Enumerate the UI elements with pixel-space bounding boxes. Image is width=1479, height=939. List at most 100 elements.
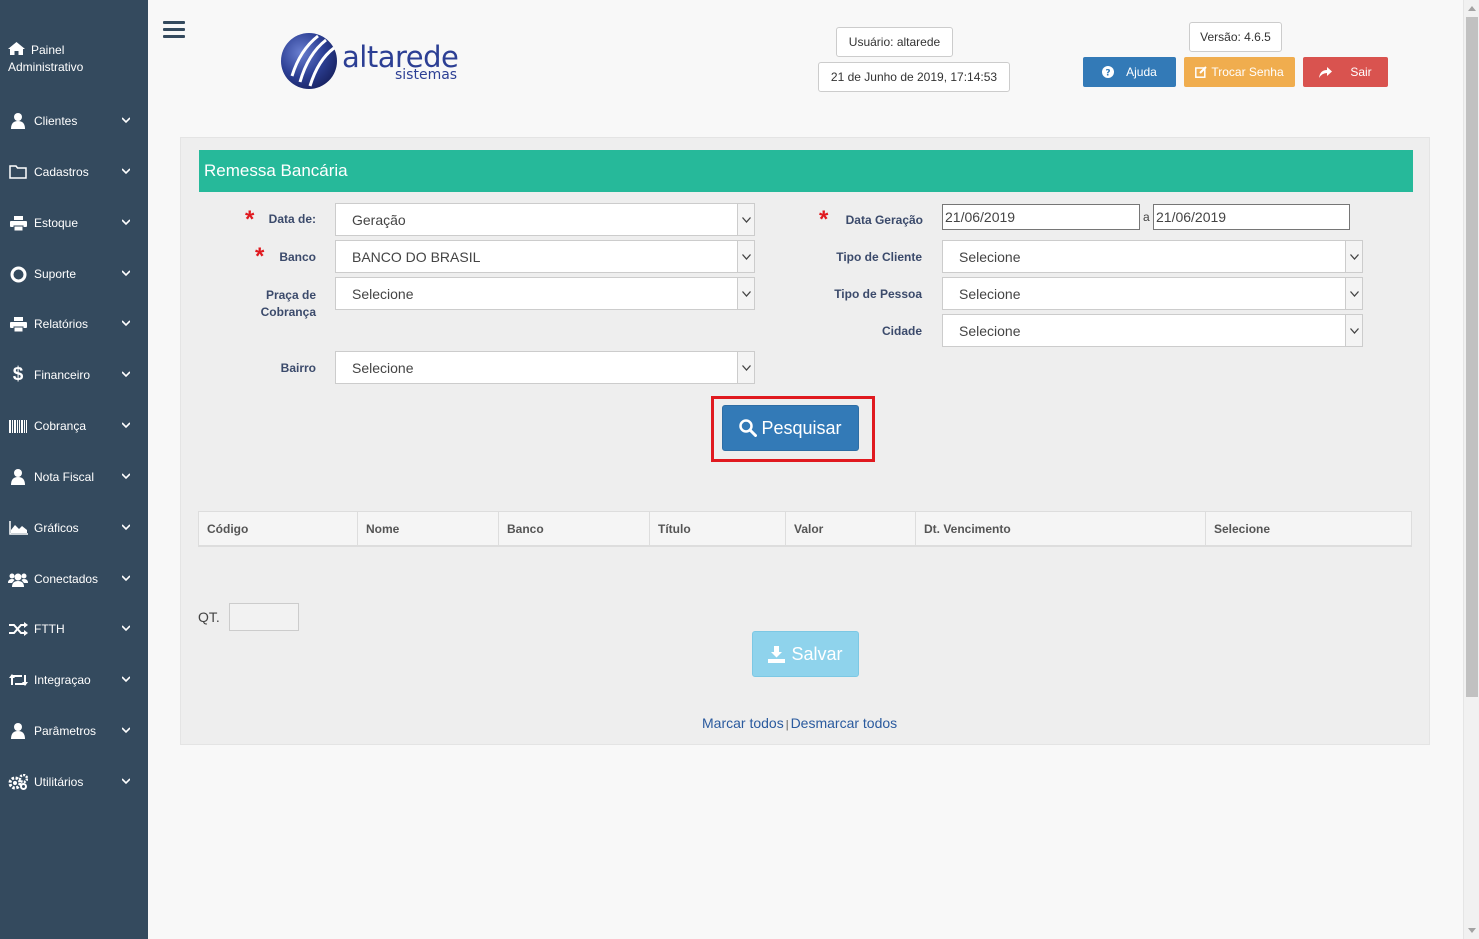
sidebar-item-suporte[interactable]: Suporte	[0, 254, 148, 294]
link-separator: |	[785, 719, 789, 731]
sidebar-item-label: Financeiro	[34, 368, 91, 382]
lifebuoy-icon	[8, 266, 28, 282]
sidebar-item-label: Conectados	[34, 572, 99, 586]
search-button[interactable]: Pesquisar	[722, 405, 859, 451]
column-header-nome[interactable]: Nome	[358, 512, 499, 546]
sidebar-item-nota-fiscal[interactable]: Nota Fiscal	[0, 457, 148, 497]
qt-label: QT.	[198, 609, 220, 625]
retweet-icon	[8, 672, 28, 688]
banco-select[interactable]: BANCO DO BRASIL	[335, 240, 755, 273]
help-label: Ajuda	[1126, 65, 1157, 79]
cidade-value: Selecione	[959, 322, 1021, 339]
logo-globe-icon	[281, 33, 337, 89]
tipo-pessoa-label: Tipo de Pessoa	[834, 287, 922, 301]
column-header-vencimento[interactable]: Dt. Vencimento	[916, 512, 1206, 546]
required-asterisk-icon: *	[819, 206, 829, 233]
qt-input[interactable]	[229, 603, 299, 631]
data-de-label: Data de:	[268, 212, 316, 226]
mark-all-link[interactable]: Marcar todos	[702, 715, 784, 731]
cidade-label: Cidade	[881, 324, 922, 338]
sidebar-item-label: Suporte	[34, 267, 77, 281]
user-icon	[8, 469, 28, 485]
scroll-up-icon[interactable]	[1468, 6, 1476, 11]
sidebar-item-label: Estoque	[34, 216, 79, 230]
search-label: Pesquisar	[761, 417, 842, 438]
scroll-down-icon[interactable]	[1468, 928, 1476, 933]
chevron-down-icon	[122, 371, 130, 378]
user-info: Usuário: altarede	[836, 27, 953, 57]
column-header-titulo[interactable]: Título	[650, 512, 786, 546]
sidebar-item-label: FTTH	[34, 622, 65, 636]
sidebar-item-parametros[interactable]: Parâmetros	[0, 711, 148, 751]
date-range-separator: a	[1143, 210, 1150, 224]
menu-toggle-icon[interactable]	[163, 21, 185, 39]
chevron-down-icon	[1345, 315, 1362, 346]
column-header-selecione[interactable]: Selecione	[1206, 512, 1411, 546]
chevron-down-icon	[737, 352, 754, 383]
cidade-select[interactable]: Selecione	[942, 314, 1363, 347]
sidebar-item-label: Cobrança	[34, 419, 87, 433]
data-de-select[interactable]: Geração	[335, 203, 755, 236]
search-icon	[739, 419, 758, 437]
vertical-scrollbar[interactable]	[1463, 0, 1479, 939]
logo: altarede sistemas	[278, 30, 468, 92]
tipo-cliente-label: Tipo de Cliente	[836, 250, 922, 264]
sidebar-item-graficos[interactable]: Gráficos	[0, 508, 148, 548]
sidebar-item-integracao[interactable]: Integraçao	[0, 660, 148, 700]
users-icon	[8, 571, 28, 587]
data-geracao-label: Data Geração	[845, 213, 923, 227]
chevron-down-icon	[122, 117, 130, 124]
chevron-down-icon	[122, 168, 130, 175]
sidebar-home-label: Painel	[8, 42, 138, 59]
sidebar-item-relatorios[interactable]: Relatórios	[0, 304, 148, 344]
data-geracao-to-input[interactable]: 21/06/2019	[1153, 204, 1350, 230]
sidebar-item-painel[interactable]: Painel Administrativo	[8, 42, 138, 76]
sidebar-item-cadastros[interactable]: Cadastros	[0, 152, 148, 192]
change-password-label: Trocar Senha	[1211, 65, 1284, 79]
chevron-down-icon	[122, 473, 130, 480]
sidebar-item-cobranca[interactable]: Cobrança	[0, 406, 148, 446]
sidebar-item-utilitarios[interactable]: Utilitários	[0, 762, 148, 802]
tipo-pessoa-select[interactable]: Selecione	[942, 277, 1363, 310]
random-icon	[8, 621, 28, 637]
chevron-down-icon	[122, 575, 130, 582]
edit-icon	[1195, 66, 1208, 78]
chevron-down-icon	[1345, 278, 1362, 309]
column-header-codigo[interactable]: Código	[199, 512, 358, 546]
praca-label-line2: Cobrança	[260, 305, 316, 319]
logo-subtext: sistemas	[395, 67, 458, 83]
sidebar-item-clientes[interactable]: Clientes	[0, 101, 148, 141]
help-button[interactable]: ? Ajuda	[1083, 57, 1176, 87]
chevron-down-icon	[122, 524, 130, 531]
column-header-banco[interactable]: Banco	[499, 512, 650, 546]
bairro-select[interactable]: Selecione	[335, 351, 755, 384]
banco-value: BANCO DO BRASIL	[352, 248, 481, 265]
required-asterisk-icon: *	[255, 243, 265, 270]
praca-select[interactable]: Selecione	[335, 277, 755, 310]
datetime-info: 21 de Junho de 2019, 17:14:53	[818, 62, 1010, 92]
bairro-label: Bairro	[280, 361, 316, 375]
data-geracao-from-input[interactable]: 21/06/2019	[942, 204, 1140, 230]
save-button[interactable]: Salvar	[752, 631, 859, 677]
cogs-icon	[8, 774, 28, 790]
column-header-valor[interactable]: Valor	[786, 512, 916, 546]
sidebar-item-conectados[interactable]: Conectados	[0, 559, 148, 599]
tipo-cliente-select[interactable]: Selecione	[942, 240, 1363, 273]
sidebar-item-label: Integraçao	[34, 673, 91, 687]
sidebar-item-financeiro[interactable]: $ Financeiro	[0, 355, 148, 395]
save-label: Salvar	[791, 643, 843, 664]
chevron-down-icon	[122, 676, 130, 683]
logout-button[interactable]: Sair	[1303, 57, 1388, 87]
sidebar-item-label: Clientes	[34, 114, 78, 128]
unmark-all-link[interactable]: Desmarcar todos	[791, 715, 898, 731]
scrollbar-thumb[interactable]	[1466, 17, 1478, 697]
bairro-value: Selecione	[352, 359, 414, 376]
barcode-icon	[8, 418, 28, 434]
sidebar-item-estoque[interactable]: Estoque	[0, 203, 148, 243]
change-password-button[interactable]: Trocar Senha	[1184, 57, 1295, 87]
praca-label-line1: Praça de	[265, 288, 316, 302]
sidebar-item-ftth[interactable]: FTTH	[0, 609, 148, 649]
tipo-pessoa-value: Selecione	[959, 285, 1021, 302]
praca-label: Praça de Cobrança	[240, 287, 316, 321]
folder-icon	[8, 164, 28, 180]
